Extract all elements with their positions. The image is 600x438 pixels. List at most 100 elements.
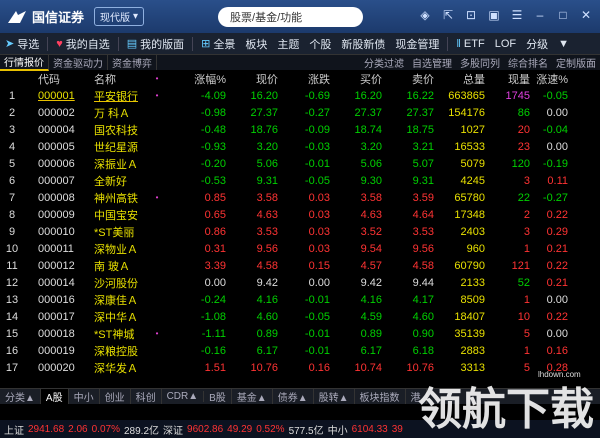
toolbar-sectors[interactable]: 板块 (240, 36, 272, 52)
market-tab[interactable]: 基金▲ (232, 389, 273, 404)
pin-icon[interactable]: ⇱ (440, 7, 456, 23)
maximize-icon[interactable]: □ (555, 7, 571, 23)
table-row[interactable]: 12 000014 沙河股份 0.00 9.42 0.00 9.42 9.44 2133 52 0.… (0, 274, 600, 291)
bid: 6.17 (360, 344, 382, 357)
change: -0.01 (304, 344, 330, 357)
table-row[interactable]: 13 000016 深康佳Ａ -0.24 4.16 -0.01 4.16 4.17 8509 1 0… (0, 291, 600, 308)
stock-code: 000017 (38, 310, 75, 323)
table-row[interactable]: 8 000009 中国宝安 0.65 4.63 0.03 4.63 4.64 17348 2 0.2… (0, 206, 600, 223)
table-row[interactable]: 15 000018 *ST神城 • -1.11 0.89 -0.01 0.89 0.90 3513… (0, 325, 600, 342)
table-row[interactable]: 10 000011 深物业Ａ 0.31 9.56 0.03 9.54 9.56 960 1 0.21 (0, 240, 600, 257)
sz-index: 9602.86 (187, 423, 224, 435)
current-vol: 5 (523, 361, 530, 374)
stock-name: *ST美丽 (94, 226, 135, 239)
row-index: 6 (8, 174, 16, 187)
toolbar-stocks[interactable]: 个股 (304, 36, 336, 52)
market-tab[interactable]: 板块指数 (355, 389, 406, 404)
toolbar-more[interactable]: ▼ (553, 38, 574, 50)
market-tab[interactable]: 中小 (69, 389, 100, 404)
toolbar-graded[interactable]: 分级 (521, 36, 553, 52)
row-index: 13 (5, 293, 19, 306)
col-price[interactable]: 现价 (226, 71, 278, 87)
user-icon[interactable]: ⊡ (463, 7, 479, 23)
col-ask[interactable]: 卖价 (382, 71, 434, 87)
watermark-site: lhdown.com (538, 370, 581, 379)
main-toolbar: ➤ 导选 ♥ 我的自选 ▤ 我的版面 ⊞ 全景 板块 主题 个股 新股新债 现金管理 ‖… (0, 33, 600, 55)
market-tab[interactable]: CDR▲ (162, 391, 205, 402)
zx-index: 6104.33 (351, 423, 388, 435)
multi-stock-button[interactable]: 多股同列 (460, 55, 500, 70)
toolbar-my-watchlist[interactable]: ♥ 我的自选 (51, 36, 115, 52)
current-vol: 1745 (505, 89, 530, 102)
market-tab[interactable]: 股转▲ (314, 389, 355, 404)
sh-index: 2941.68 (28, 423, 65, 435)
search-input[interactable]: 股票/基金/功能 (218, 6, 364, 27)
toolbar-overview[interactable]: ⊞ 全景 (196, 36, 240, 52)
watermark-text: 领航下载 (418, 384, 594, 435)
col-speed[interactable]: 涨速% (530, 71, 570, 87)
table-row[interactable]: 14 000017 深中华Ａ -1.08 4.60 -0.05 4.59 4.60 18407 1… (0, 308, 600, 325)
watchlist-manage-button[interactable]: 自选管理 (412, 55, 452, 70)
table-row[interactable]: 16 000019 深粮控股 -0.16 6.17 -0.01 6.17 6.18 2883 1 0… (0, 342, 600, 359)
tab-fund-game[interactable]: 资金博弈 (108, 55, 157, 70)
market-tab[interactable]: 科创 (131, 389, 162, 404)
col-change-pct[interactable]: 涨幅% (164, 71, 226, 87)
tab-quotes[interactable]: 行情报价 (0, 54, 49, 71)
market-tab[interactable]: 债券▲ (273, 389, 314, 404)
speed: 0.22 (546, 208, 568, 221)
toolbar-new-issues[interactable]: 新股新债 (336, 36, 390, 52)
minimize-icon[interactable]: – (532, 7, 548, 23)
market-tab[interactable]: B股 (204, 389, 232, 404)
table-row[interactable]: 5 000006 深振业Ａ -0.20 5.06 -0.01 5.06 5.07 5079 120… (0, 155, 600, 172)
custom-layout-button[interactable]: 定制版面 (556, 55, 596, 70)
market-tab[interactable]: A股 (40, 389, 69, 404)
market-tab[interactable]: 创业 (100, 389, 131, 404)
toolbar-themes[interactable]: 主题 (272, 36, 304, 52)
stock-name: 世纪星源 (94, 141, 138, 154)
current-vol: 10 (517, 310, 530, 323)
stock-code: 000010 (38, 225, 75, 238)
chevron-down-icon: ▾ (133, 11, 139, 22)
toolbar-my-layout[interactable]: ▤ 我的版面 (122, 36, 189, 52)
toolbar-lof[interactable]: LOF (490, 38, 521, 50)
close-icon[interactable]: ✕ (578, 7, 594, 23)
message-icon[interactable]: ▣ (486, 7, 502, 23)
table-row[interactable]: 6 000007 全新好 -0.53 9.31 -0.05 9.30 9.31 4245 3 0.1… (0, 172, 600, 189)
ranking-button[interactable]: 综合排名 (508, 55, 548, 70)
edition-dropdown[interactable]: 现代版 ▾ (94, 7, 145, 26)
sh-label: 上证 (4, 425, 24, 437)
col-current-vol[interactable]: 现量 (485, 71, 530, 87)
layers-icon[interactable]: ◈ (417, 7, 433, 23)
toolbar-label: 新股新债 (341, 38, 386, 51)
table-row[interactable]: 3 000004 国农科技 -0.48 18.76 -0.09 18.74 18.75 1027… (0, 121, 600, 138)
change: -0.69 (304, 89, 330, 102)
sh-change: 2.06 (68, 423, 88, 435)
speed: -0.04 (542, 123, 568, 136)
table-row[interactable]: 17 000020 深华发Ａ 1.51 10.76 0.16 10.74 10.76 3313 5… (0, 359, 600, 376)
bid: 0.89 (360, 327, 382, 340)
col-bid[interactable]: 买价 (330, 71, 382, 87)
toolbar-navigate[interactable]: ➤ 导选 (0, 36, 44, 52)
table-row[interactable]: 4 000005 世纪星源 -0.93 3.20 -0.03 3.20 3.21 16533 23… (0, 138, 600, 155)
col-volume[interactable]: 总量 (434, 71, 485, 87)
search-placeholder: 股票/基金/功能 (230, 11, 303, 24)
speed: 0.00 (546, 140, 568, 153)
table-row[interactable]: 1 000001 平安银行 • -4.09 16.20 -0.69 16.20 16.22 663… (0, 87, 600, 104)
menu-icon[interactable]: ☰ (509, 7, 525, 23)
market-tab[interactable]: 分类▲ (0, 389, 41, 404)
price: 5.06 (256, 157, 278, 170)
table-row[interactable]: 11 000012 南 玻Ａ 3.39 4.58 0.15 4.57 4.58 60790 121… (0, 257, 600, 274)
tab-fund-drive[interactable]: 资金驱动力 (49, 55, 108, 70)
search-icon[interactable] (344, 8, 362, 26)
table-row[interactable]: 2 000002 万 科Ａ -0.98 27.37 -0.27 27.37 27.37 1541… (0, 104, 600, 121)
view-tabs: 行情报价 资金驱动力 资金博弈 分类过滤 自选管理 多股同列 综合排名 定制版面 (0, 54, 600, 71)
col-name[interactable]: 名称 (88, 71, 150, 87)
col-code[interactable]: 代码 (24, 71, 88, 87)
filter-button[interactable]: 分类过滤 (364, 55, 404, 70)
table-row[interactable]: 9 000010 *ST美丽 0.86 3.53 0.03 3.52 3.53 2403 3 0.2… (0, 223, 600, 240)
toolbar-etf[interactable]: ‖ ETF (451, 38, 489, 50)
ask: 0.90 (412, 327, 434, 340)
table-row[interactable]: 7 000008 神州高铁 • 0.85 3.58 0.03 3.58 3.59 65780 22-… (0, 189, 600, 206)
toolbar-cash-mgmt[interactable]: 现金管理 (390, 36, 444, 52)
col-change[interactable]: 涨跌 (278, 71, 330, 87)
